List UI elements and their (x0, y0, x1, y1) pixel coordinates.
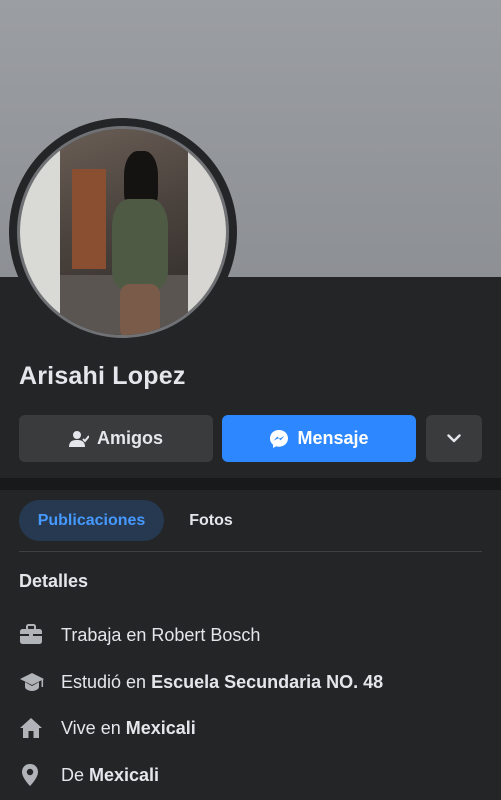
graduation-cap-icon (19, 667, 51, 697)
tab-publicaciones[interactable]: Publicaciones (19, 500, 164, 541)
detail-lives-city[interactable]: Mexicali (126, 718, 196, 739)
detail-from-prefix: De (61, 764, 90, 785)
detail-from-city[interactable]: Mexicali (89, 765, 159, 786)
friends-button-label: Amigos (96, 428, 163, 448)
detail-lives-prefix: Vive en (61, 717, 126, 738)
avatar (17, 126, 229, 338)
detail-work: Trabaja en Robert Bosch (19, 620, 260, 650)
more-options-button[interactable] (426, 415, 482, 462)
home-icon (19, 713, 51, 743)
message-button[interactable]: Mensaje (222, 415, 416, 462)
tab-fotos[interactable]: Fotos (172, 500, 250, 541)
briefcase-icon (19, 620, 51, 650)
detail-lives: Vive en Mexicali (19, 713, 196, 743)
detail-work-text: Trabaja en Robert Bosch (61, 624, 261, 645)
detail-education-school[interactable]: Escuela Secundaria NO. 48 (151, 672, 383, 693)
friends-icon (68, 430, 89, 448)
friends-button[interactable]: Amigos (19, 415, 213, 462)
details-heading: Detalles (19, 571, 89, 591)
messenger-icon (269, 429, 289, 449)
location-pin-icon (19, 760, 51, 790)
section-divider (0, 478, 501, 490)
detail-from: De Mexicali (19, 760, 159, 790)
profile-name: Arisahi Lopez (19, 362, 186, 390)
tabs-divider (19, 551, 482, 552)
chevron-down-icon (447, 434, 461, 443)
detail-education-prefix: Estudió en (61, 671, 152, 692)
message-button-label: Mensaje (297, 428, 369, 448)
profile-picture[interactable] (9, 118, 237, 346)
detail-education: Estudió en Escuela Secundaria NO. 48 (19, 667, 383, 697)
